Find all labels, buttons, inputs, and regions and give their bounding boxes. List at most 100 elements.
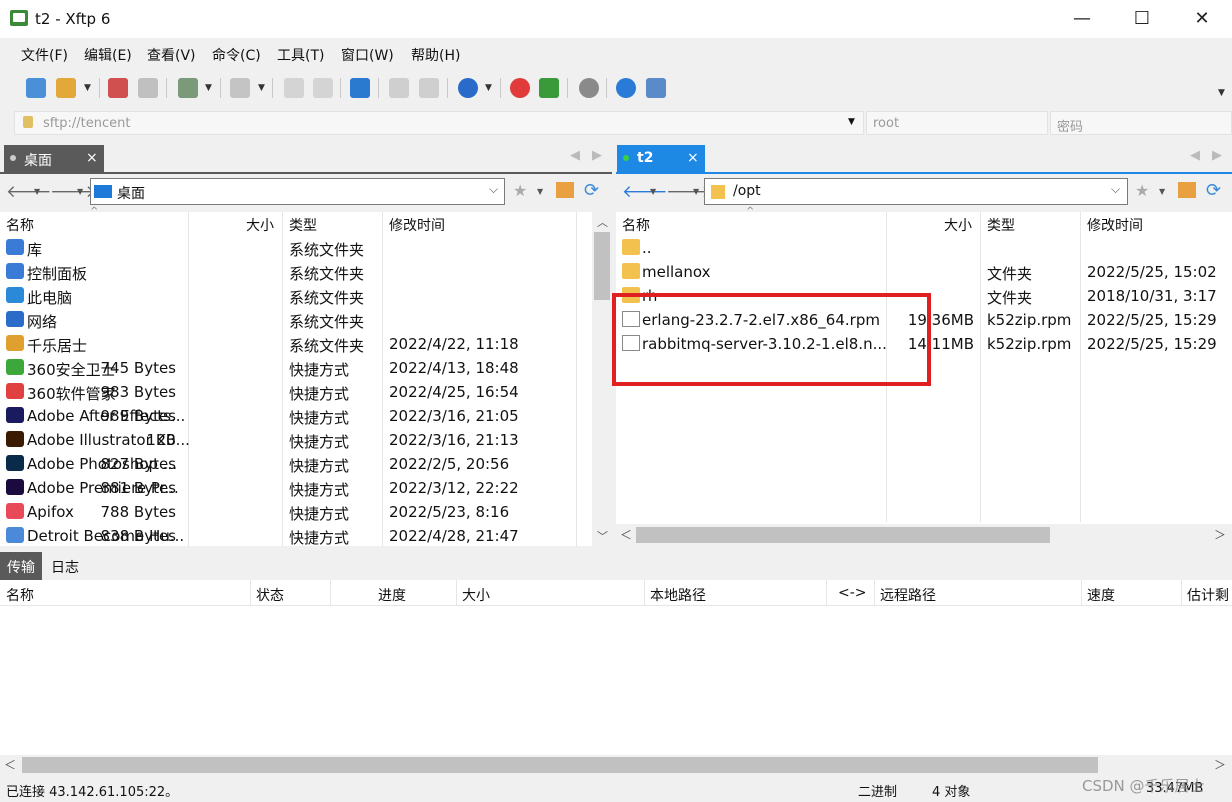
tab-scroll-right-icon[interactable]: ▶ [592, 148, 602, 163]
xftp-icon[interactable] [539, 78, 559, 98]
column-name[interactable]: 名称 [622, 215, 650, 235]
close-button[interactable]: ✕ [1172, 0, 1232, 38]
chevron-down-icon[interactable]: ▼ [848, 117, 855, 127]
left-path-input[interactable]: 桌面 ⌵ [90, 178, 505, 205]
right-path-input[interactable]: /opt ⌵ [704, 178, 1128, 205]
username-input[interactable]: root [866, 111, 1048, 135]
chevron-down-icon[interactable]: ▼ [1218, 88, 1225, 98]
chevron-down-icon[interactable]: ▼ [77, 187, 83, 196]
copy-icon[interactable] [313, 78, 333, 98]
right-horizontal-scrollbar[interactable]: ＜ ＞ [616, 524, 1232, 546]
open-folder-icon[interactable] [56, 78, 76, 98]
scroll-up-icon[interactable]: ︿ [597, 214, 608, 230]
scroll-left-icon[interactable]: ＜ [620, 526, 632, 543]
column-remote-path[interactable]: 远程路径 [880, 585, 936, 605]
chat-icon[interactable] [646, 78, 666, 98]
file-row[interactable]: Adobe After Effects... 989 Bytes 快捷方式 2022/… [0, 404, 592, 428]
column-status[interactable]: 状态 [256, 585, 284, 605]
menu-tools[interactable]: 工具(T) [277, 45, 324, 65]
scroll-right-icon[interactable]: ＞ [1214, 526, 1226, 543]
tab-scroll-left-icon[interactable]: ◀ [1190, 148, 1200, 163]
refresh-icon[interactable]: ⟳ [1206, 180, 1221, 201]
column-name[interactable]: 名称 [6, 215, 34, 235]
column-size[interactable]: 大小 [944, 215, 972, 235]
tab-desktop[interactable]: 桌面 × [4, 145, 104, 173]
help-icon[interactable] [616, 78, 636, 98]
chevron-down-icon[interactable]: ▼ [258, 83, 265, 93]
maximize-button[interactable]: ☐ [1112, 0, 1172, 38]
file-row[interactable]: mellanox 文件夹 2022/5/25, 15:02 [616, 260, 1232, 284]
forward-arrow-icon[interactable]: 🡒 [50, 182, 96, 202]
disconnect-icon[interactable] [138, 78, 158, 98]
column-type[interactable]: 类型 [289, 215, 317, 235]
column-speed[interactable]: 速度 [1087, 585, 1115, 605]
home-folder-icon[interactable] [556, 182, 574, 198]
tab-transfer[interactable]: 传输 [0, 552, 42, 580]
download-icon[interactable] [419, 78, 439, 98]
column-type[interactable]: 类型 [987, 215, 1015, 235]
chevron-down-icon[interactable]: ▼ [1159, 187, 1165, 196]
gear-icon[interactable] [579, 78, 599, 98]
tab-t2[interactable]: t2 × [617, 145, 705, 173]
file-row[interactable]: 库 系统文件夹 [0, 236, 592, 260]
chevron-down-icon[interactable]: ▼ [34, 187, 40, 196]
column-local-path[interactable]: 本地路径 [650, 585, 706, 605]
new-file-icon[interactable] [284, 78, 304, 98]
tab-close-icon[interactable]: × [86, 150, 98, 166]
chevron-down-icon[interactable]: ▼ [485, 83, 492, 93]
file-row[interactable]: .. [616, 236, 1232, 260]
menu-file[interactable]: 文件(F) [21, 45, 68, 65]
star-icon[interactable]: ★ [1135, 181, 1149, 200]
column-name[interactable]: 名称 [6, 585, 34, 605]
chevron-down-icon[interactable]: ▼ [205, 83, 212, 93]
tab-log[interactable]: 日志 [51, 557, 79, 577]
file-row[interactable]: 千乐居士 系统文件夹 2022/4/22, 11:18 [0, 332, 592, 356]
scroll-right-icon[interactable]: ＞ [1214, 756, 1226, 773]
terminal-icon[interactable] [230, 78, 250, 98]
properties-icon[interactable] [178, 78, 198, 98]
upload-icon[interactable] [389, 78, 409, 98]
column-direction[interactable]: <-> [838, 585, 867, 601]
file-row[interactable]: Detroit Become Hu... 838 Bytes 快捷方式 2022/4/… [0, 524, 592, 546]
scroll-thumb[interactable] [636, 527, 1050, 543]
file-row[interactable]: 360安全卫士 745 Bytes 快捷方式 2022/4/13, 18:48 [0, 356, 592, 380]
xshell-icon[interactable] [510, 78, 530, 98]
chevron-down-icon[interactable]: ▼ [650, 187, 656, 196]
chevron-down-icon[interactable]: ▼ [693, 187, 699, 196]
tab-scroll-left-icon[interactable]: ◀ [570, 148, 580, 163]
column-size[interactable]: 大小 [246, 215, 274, 235]
scroll-thumb[interactable] [594, 232, 610, 300]
file-row[interactable]: Adobe Photoshop ... 827 Bytes 快捷方式 2022/2/5… [0, 452, 592, 476]
column-size[interactable]: 大小 [462, 585, 490, 605]
file-row[interactable]: 控制面板 系统文件夹 [0, 260, 592, 284]
file-row[interactable]: 360软件管家 983 Bytes 快捷方式 2022/4/25, 16:54 [0, 380, 592, 404]
scroll-thumb[interactable] [22, 757, 1098, 773]
menu-command[interactable]: 命令(C) [212, 45, 261, 65]
scroll-down-icon[interactable]: ﹀ [597, 528, 608, 544]
tab-scroll-right-icon[interactable]: ▶ [1212, 148, 1222, 163]
column-modified[interactable]: 修改时间 [1087, 215, 1143, 235]
back-arrow-icon[interactable]: 🡐 [622, 182, 668, 202]
transfer-horizontal-scrollbar[interactable]: ＜ ＞ [0, 755, 1232, 775]
new-session-icon[interactable] [26, 78, 46, 98]
password-input[interactable]: 密码 [1050, 111, 1232, 135]
file-row[interactable]: Adobe Illustrator 20... 1KB 快捷方式 2022/3/16,… [0, 428, 592, 452]
chevron-down-icon[interactable]: ⌵ [489, 182, 498, 197]
column-progress[interactable]: 进度 [378, 585, 406, 605]
minimize-button[interactable]: — [1052, 0, 1112, 38]
host-input[interactable]: sftp://tencent ▼ [14, 111, 864, 135]
menu-edit[interactable]: 编辑(E) [84, 45, 132, 65]
tab-close-icon[interactable]: × [687, 150, 699, 166]
left-vertical-scrollbar[interactable]: ︿ ﹀ [592, 212, 612, 546]
transfer-arrows-icon[interactable] [350, 78, 370, 98]
home-folder-icon[interactable] [1178, 182, 1196, 198]
column-modified[interactable]: 修改时间 [389, 215, 445, 235]
menu-view[interactable]: 查看(V) [147, 45, 196, 65]
scroll-left-icon[interactable]: ＜ [4, 756, 16, 773]
star-icon[interactable]: ★ [513, 181, 527, 200]
chevron-down-icon[interactable]: ▼ [537, 187, 543, 196]
file-row[interactable]: 网络 系统文件夹 [0, 308, 592, 332]
menu-help[interactable]: 帮助(H) [411, 45, 460, 65]
file-row[interactable]: Adobe Premiere Pr... 881 Bytes 快捷方式 2022/3/… [0, 476, 592, 500]
chevron-down-icon[interactable]: ⌵ [1111, 182, 1120, 197]
